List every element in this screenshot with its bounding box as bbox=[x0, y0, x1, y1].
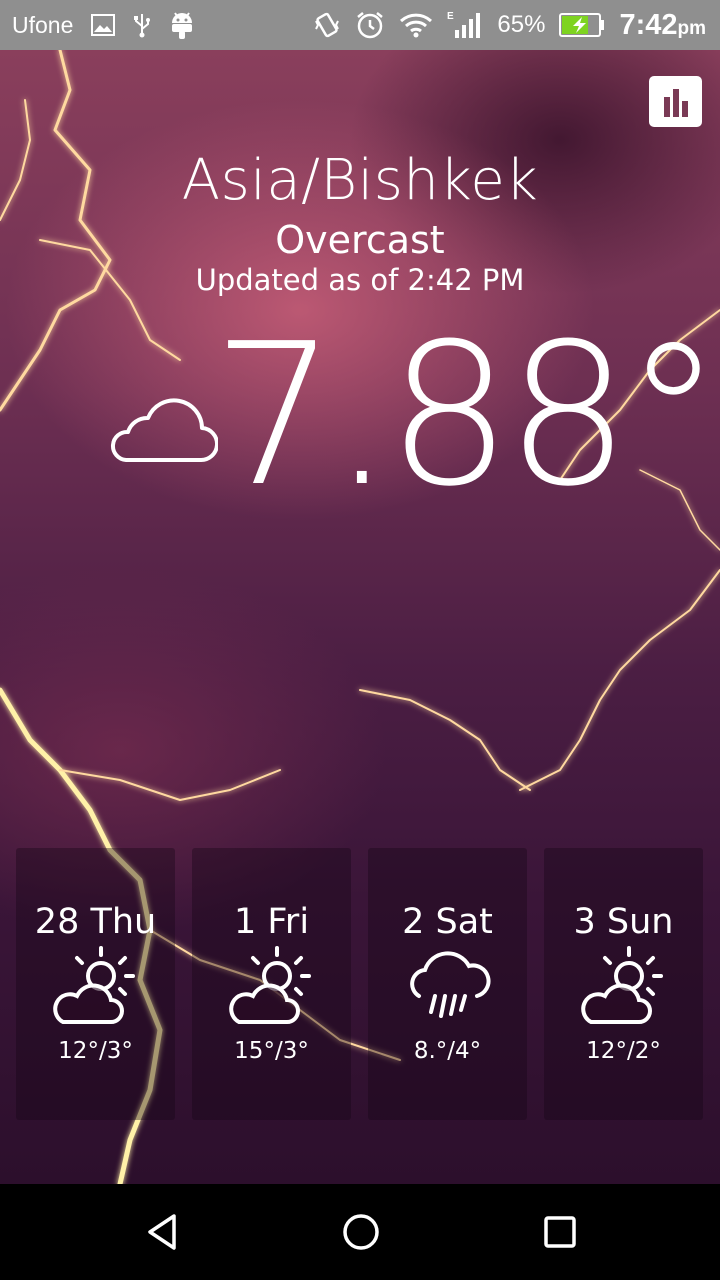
alarm-icon bbox=[355, 10, 385, 40]
back-button[interactable] bbox=[138, 1208, 186, 1256]
partly-sunny-icon bbox=[544, 944, 703, 1028]
signal-icon: E bbox=[447, 10, 483, 40]
recents-button[interactable] bbox=[536, 1208, 584, 1256]
home-button[interactable] bbox=[337, 1208, 385, 1256]
forecast-day: 3 Sun bbox=[573, 902, 674, 942]
home-icon bbox=[343, 1214, 379, 1250]
forecast-day: 2 Sat bbox=[402, 902, 493, 942]
partly-sunny-icon bbox=[16, 944, 175, 1028]
weather-screen: Ufone E 65% 7:42pm Asia/Bishkek Overcast… bbox=[0, 0, 720, 1280]
forecast-range: 15°/3° bbox=[234, 1038, 309, 1064]
clock: 7:42pm bbox=[619, 9, 706, 42]
chart-button[interactable] bbox=[649, 76, 702, 127]
forecast-range: 8.°/4° bbox=[413, 1038, 482, 1064]
current-temperature: 7.88° bbox=[212, 302, 720, 530]
cloud-icon bbox=[108, 388, 219, 470]
navigation-bar bbox=[0, 1184, 720, 1280]
wifi-icon bbox=[399, 12, 433, 38]
vibrate-icon bbox=[313, 11, 341, 39]
android-icon bbox=[169, 10, 195, 40]
partly-sunny-icon bbox=[192, 944, 351, 1028]
status-bar: Ufone E 65% 7:42pm bbox=[0, 0, 720, 50]
forecast-day: 28 Thu bbox=[34, 902, 157, 942]
battery-charging-icon bbox=[559, 13, 605, 37]
clock-suffix: pm bbox=[677, 17, 707, 39]
svg-text:E: E bbox=[447, 11, 454, 22]
forecast-day: 1 Fri bbox=[233, 902, 310, 942]
forecast-range: 12°/3° bbox=[58, 1038, 133, 1064]
recents-icon bbox=[544, 1216, 576, 1248]
battery-percent: 65% bbox=[497, 11, 546, 38]
carrier-name: Ufone bbox=[12, 11, 74, 38]
forecast-card[interactable]: 1 Fri 15°/3° bbox=[192, 848, 351, 1120]
forecast-list: 28 Thu 12°/3° 1 Fri 15°/3° 2 Sat 8.°/4° … bbox=[16, 848, 704, 1120]
forecast-card[interactable]: 28 Thu 12°/3° bbox=[16, 848, 175, 1120]
clock-time: 7:42 bbox=[619, 8, 678, 41]
updated-time: Updated as of 2:42 PM bbox=[195, 263, 525, 297]
usb-icon bbox=[133, 12, 151, 38]
bar-chart-icon bbox=[663, 88, 688, 117]
forecast-range: 12°/2° bbox=[586, 1038, 661, 1064]
location-name: Asia/Bishkek bbox=[181, 148, 539, 213]
forecast-card[interactable]: 2 Sat 8.°/4° bbox=[368, 848, 527, 1120]
rain-icon bbox=[368, 944, 527, 1028]
back-icon bbox=[148, 1214, 176, 1250]
current-condition: Overcast bbox=[275, 218, 445, 262]
image-icon bbox=[91, 14, 116, 36]
forecast-card[interactable]: 3 Sun 12°/2° bbox=[544, 848, 703, 1120]
